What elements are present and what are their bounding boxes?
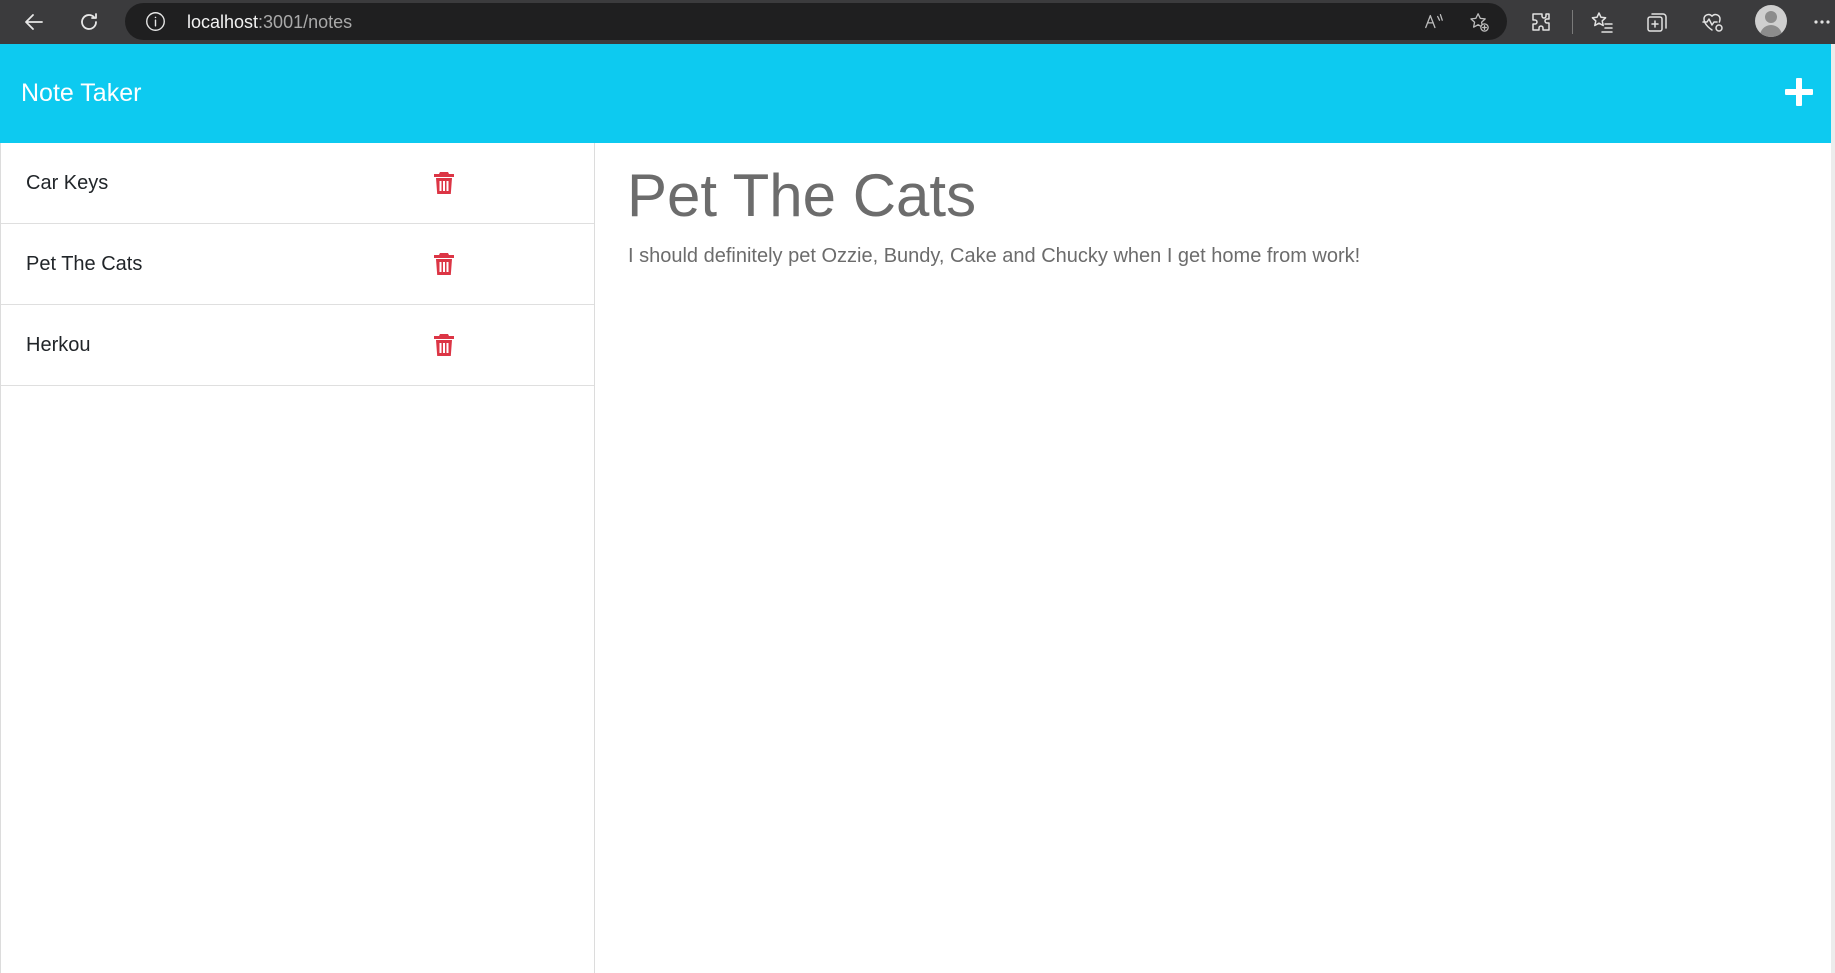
avatar-head	[1765, 11, 1777, 23]
notes-list: Car Keys Pet The Cats Herkou	[0, 143, 595, 973]
plus-icon[interactable]	[1784, 77, 1814, 107]
info-icon[interactable]	[145, 11, 166, 32]
app-title[interactable]: Note Taker	[21, 79, 141, 108]
note-title: Pet The Cats	[26, 253, 143, 275]
puzzle-icon[interactable]	[1527, 8, 1555, 36]
browser-toolbar: localhost:3001/notes	[0, 0, 1835, 44]
note-title: Car Keys	[26, 172, 109, 194]
arrow-left-icon[interactable]	[16, 6, 52, 38]
profile-avatar-icon[interactable]	[1755, 5, 1787, 37]
list-item[interactable]: Pet The Cats	[1, 224, 594, 305]
trash-icon[interactable]	[433, 171, 455, 195]
refresh-icon[interactable]	[71, 6, 107, 38]
star-plus-icon[interactable]	[1467, 10, 1491, 34]
url-path: :3001/notes	[258, 12, 353, 32]
note-view: Pet The Cats I should definitely pet Ozz…	[597, 143, 1831, 973]
list-item[interactable]: Car Keys	[1, 143, 594, 224]
list-item[interactable]: Herkou	[1, 305, 594, 386]
url-host: localhost	[187, 12, 259, 32]
trash-icon[interactable]	[433, 333, 455, 357]
note-view-text[interactable]: I should definitely pet Ozzie, Bundy, Ca…	[628, 245, 1360, 268]
star-list-icon[interactable]	[1588, 8, 1616, 36]
page-scrollbar-track	[1831, 44, 1835, 973]
url-text: localhost:3001/notes	[187, 12, 352, 33]
avatar-body	[1760, 25, 1782, 37]
address-bar[interactable]: localhost:3001/notes	[125, 3, 1507, 40]
read-aloud-icon[interactable]	[1422, 10, 1446, 34]
note-view-title[interactable]: Pet The Cats	[627, 161, 976, 230]
trash-icon[interactable]	[433, 252, 455, 276]
heart-pulse-icon[interactable]	[1698, 8, 1726, 36]
ellipsis-icon[interactable]	[1809, 8, 1835, 36]
toolbar-divider	[1572, 10, 1573, 34]
note-title: Herkou	[26, 334, 91, 356]
app-navbar: Note Taker	[0, 44, 1831, 143]
collections-icon[interactable]	[1643, 8, 1671, 36]
